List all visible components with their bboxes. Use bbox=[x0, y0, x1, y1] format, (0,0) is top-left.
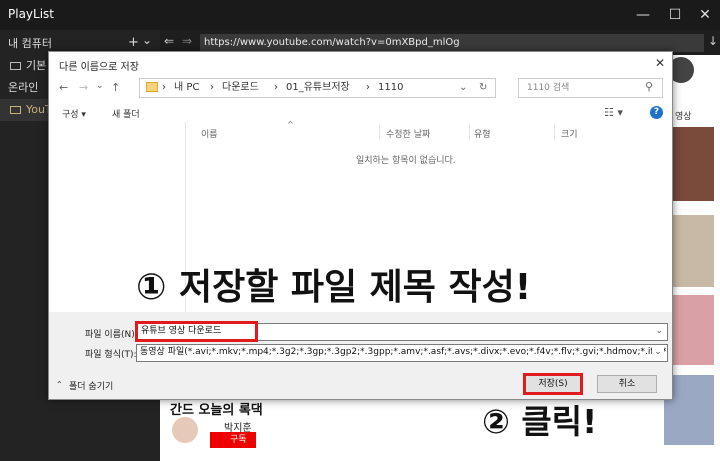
sidebar-label: 온라인 bbox=[8, 81, 39, 94]
column-type[interactable]: 유형 bbox=[474, 127, 491, 140]
section-title: 간드 오늘의 록댁 bbox=[170, 403, 263, 418]
back-arrow-icon[interactable]: ← bbox=[59, 81, 68, 94]
download-icon[interactable]: ↓ bbox=[708, 34, 718, 48]
forward-icon[interactable]: ⇒ bbox=[182, 34, 192, 48]
path-sep: › bbox=[210, 82, 214, 93]
organize-button[interactable]: 구성 ▾ bbox=[62, 107, 86, 120]
filetype-value: 동영상 파일(*.avi;*.mkv;*.mp4;*.3g2;*.3gp;*.3… bbox=[140, 347, 668, 357]
refresh-icon[interactable]: ↻ bbox=[479, 79, 487, 97]
app-titlebar: PlayList — ☐ ✕ bbox=[0, 0, 720, 30]
dialog-close-icon[interactable]: ✕ bbox=[655, 56, 665, 70]
chevron-up-icon[interactable]: ⌃ bbox=[56, 380, 63, 389]
column-size[interactable]: 크기 bbox=[561, 127, 578, 140]
view-options-icon[interactable]: ☷ ▾ bbox=[604, 106, 623, 119]
channel-avatar[interactable] bbox=[172, 417, 198, 443]
filetype-select[interactable]: 동영상 파일(*.avi;*.mkv;*.mp4;*.3g2;*.3gp;*.3… bbox=[136, 344, 668, 362]
column-name[interactable]: 이름 bbox=[201, 127, 218, 140]
annotation-step2: ② 클릭! bbox=[482, 402, 598, 441]
help-icon[interactable]: ? bbox=[650, 106, 663, 119]
sort-indicator-icon: ^ bbox=[287, 120, 294, 129]
column-divider bbox=[469, 125, 470, 139]
hide-folders-button[interactable]: 폴더 숨기기 bbox=[69, 379, 113, 392]
path-sep: › bbox=[274, 82, 278, 93]
column-divider bbox=[379, 125, 380, 139]
sidebar-label: 기본 bbox=[26, 59, 47, 72]
folder-icon bbox=[10, 62, 21, 70]
minimize-icon[interactable]: — bbox=[628, 4, 658, 26]
chevron-down-icon[interactable]: ⌄ bbox=[142, 33, 152, 47]
path-segment[interactable]: 01_유튜브저장 bbox=[286, 79, 350, 97]
save-options-pane: 파일 이름(N): ⌄ 유튜브 영상 다운로드 파일 형식(T): 동영상 파일… bbox=[49, 312, 672, 399]
add-icon[interactable]: + bbox=[128, 35, 139, 50]
save-dialog: 다른 이름으로 저장 ✕ ← → ⌄ ↑ › 내 PC › 다운로드 › 01_… bbox=[48, 51, 673, 400]
address-bar[interactable]: › 내 PC › 다운로드 › 01_유튜브저장 › 1110 ⌄ ↻ bbox=[139, 78, 496, 98]
url-input[interactable]: https://www.youtube.com/watch?v=0mXBpd_m… bbox=[200, 34, 704, 52]
save-button[interactable]: 저장(S) bbox=[523, 373, 583, 395]
filetype-label: 파일 형식(T): bbox=[85, 350, 137, 360]
back-icon[interactable]: ⇐ bbox=[164, 34, 174, 48]
up-arrow-icon[interactable]: ↑ bbox=[111, 81, 120, 94]
filename-input[interactable]: 유튜브 영상 다운로드 bbox=[135, 321, 258, 342]
filetype-dropdown-icon[interactable]: ⌄ bbox=[652, 345, 664, 360]
column-modified[interactable]: 수정한 날짜 bbox=[386, 127, 430, 140]
path-segment[interactable]: 다운로드 bbox=[222, 79, 259, 97]
filename-label: 파일 이름(N): bbox=[85, 330, 138, 340]
search-input[interactable]: 1110 검색 bbox=[518, 78, 663, 98]
close-icon[interactable]: ✕ bbox=[690, 4, 720, 26]
subscribe-button[interactable]: 구독 bbox=[210, 432, 256, 448]
recent-dropdown-icon[interactable]: ⌄ bbox=[96, 81, 104, 91]
annotation-step1: ① 저장할 파일 제목 작성! bbox=[136, 267, 532, 308]
new-folder-button[interactable]: 새 폴더 bbox=[112, 107, 140, 120]
search-icon: ⚲ bbox=[645, 80, 654, 93]
path-sep: › bbox=[366, 82, 370, 93]
folder-icon bbox=[146, 82, 158, 92]
column-divider bbox=[554, 125, 555, 139]
app-title: PlayList bbox=[8, 7, 55, 21]
empty-message: 일치하는 항목이 없습니다. bbox=[356, 156, 456, 166]
dialog-title: 다른 이름으로 저장 bbox=[59, 62, 139, 73]
address-dropdown-icon[interactable]: ⌄ bbox=[459, 79, 467, 97]
sidebar-label: 내 컴퓨터 bbox=[8, 37, 52, 50]
path-segment[interactable]: 내 PC bbox=[174, 79, 199, 97]
maximize-icon[interactable]: ☐ bbox=[660, 4, 690, 26]
side-text: 영상 bbox=[675, 112, 692, 122]
filename-dropdown-icon[interactable]: ⌄ bbox=[655, 324, 663, 339]
path-segment[interactable]: 1110 bbox=[378, 79, 403, 97]
cancel-button[interactable]: 취소 bbox=[597, 375, 657, 393]
folder-icon bbox=[10, 106, 21, 114]
forward-arrow-icon[interactable]: → bbox=[79, 81, 88, 94]
path-sep: › bbox=[162, 82, 166, 93]
